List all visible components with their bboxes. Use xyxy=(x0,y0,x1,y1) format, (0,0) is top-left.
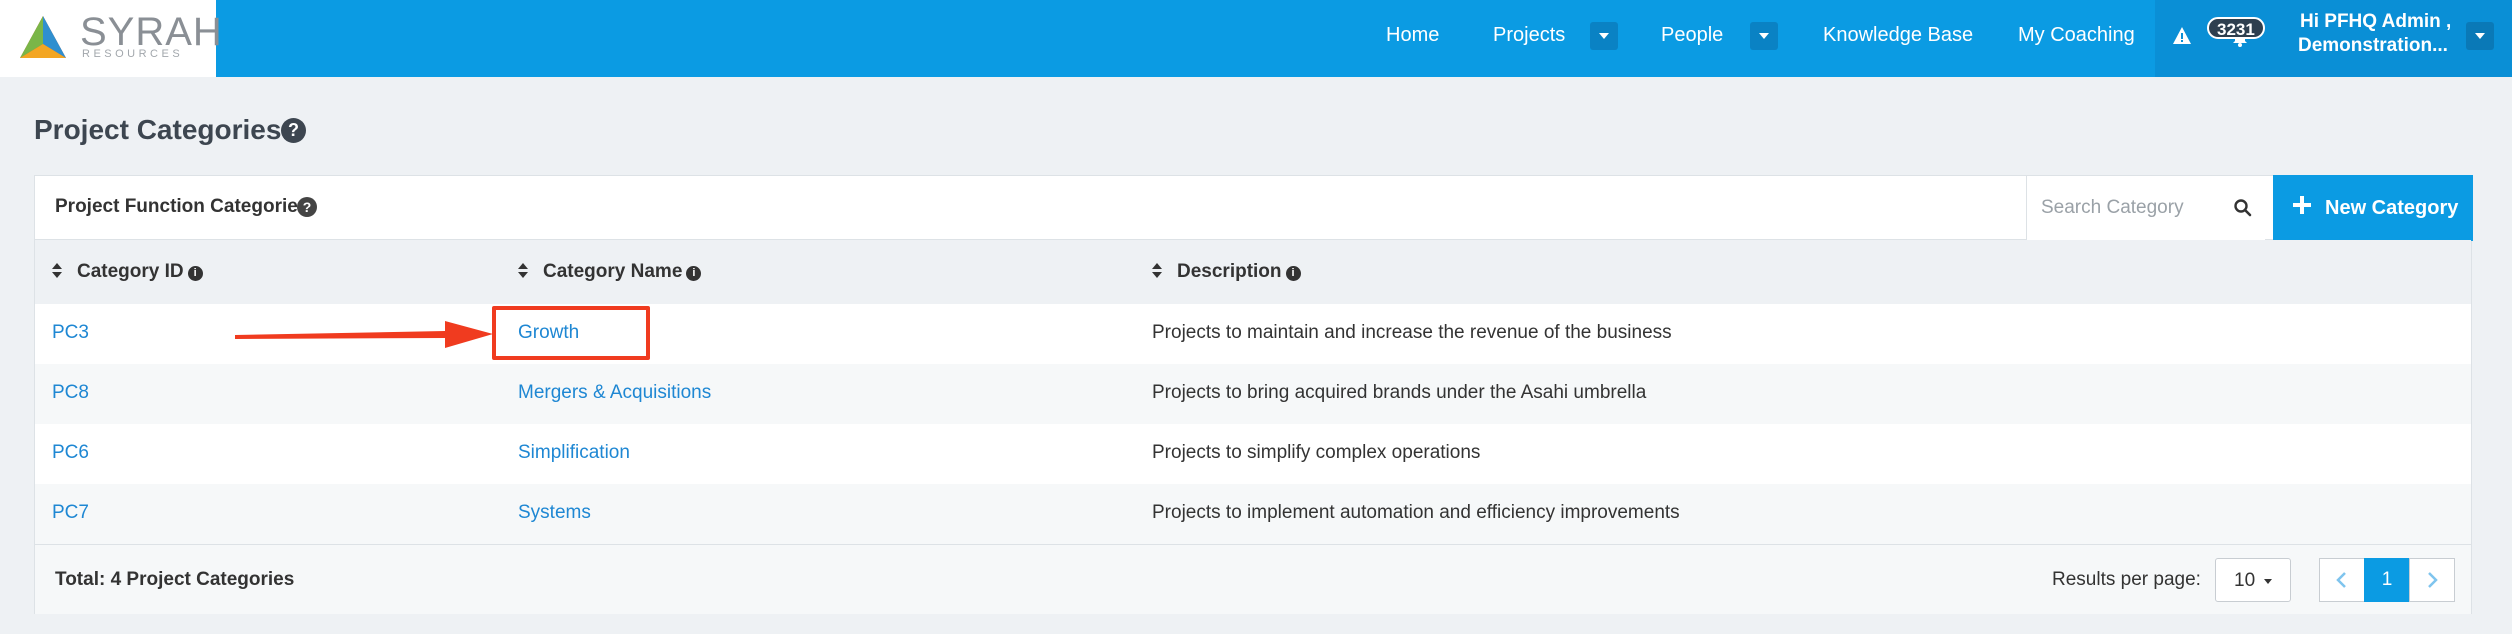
column-label: Description xyxy=(1177,261,1282,282)
table-row: PC6 Simplification Projects to simplify … xyxy=(35,424,2471,484)
column-header-description[interactable]: Description i xyxy=(1151,261,1301,283)
page-title: Project Categories: xyxy=(34,114,291,145)
nav-my-coaching[interactable]: My Coaching xyxy=(2018,24,2135,47)
brand-logo[interactable]: SYRAH RESOURCES xyxy=(0,0,222,77)
search-category-input[interactable] xyxy=(2041,194,2231,222)
results-per-page-value: 10 xyxy=(2234,570,2256,591)
category-description: Projects to maintain and increase the re… xyxy=(1152,322,1672,343)
next-page-button[interactable] xyxy=(2409,558,2455,602)
category-description: Projects to bring acquired brands under … xyxy=(1152,382,1647,403)
nav-knowledge-base[interactable]: Knowledge Base xyxy=(1823,24,1973,47)
logo-mark-icon xyxy=(20,16,66,58)
sort-icon[interactable] xyxy=(51,262,63,280)
help-icon[interactable]: ? xyxy=(281,118,306,143)
table-row: PC7 Systems Projects to implement automa… xyxy=(35,484,2471,544)
panel-help-icon[interactable]: ? xyxy=(297,197,317,217)
caret-down-icon xyxy=(2264,579,2272,584)
info-icon[interactable]: i xyxy=(187,266,203,281)
chevron-right-icon xyxy=(2428,572,2438,588)
results-per-page-label: Results per page: xyxy=(2052,569,2201,590)
category-id-link[interactable]: PC6 xyxy=(52,442,89,464)
category-name-link[interactable]: Simplification xyxy=(518,442,630,464)
info-icon[interactable]: i xyxy=(1285,266,1301,281)
annotation-arrow-icon xyxy=(235,321,493,348)
brand-tagline: RESOURCES xyxy=(82,48,184,60)
column-header-category-name[interactable]: Category Name i xyxy=(517,261,702,283)
new-category-label: New Category xyxy=(2325,197,2459,219)
people-dropdown-toggle[interactable] xyxy=(1750,22,1778,50)
sort-icon[interactable] xyxy=(1151,262,1163,280)
search-box xyxy=(2026,176,2265,240)
search-icon[interactable] xyxy=(2233,198,2253,218)
results-per-page-select[interactable]: 10 xyxy=(2215,558,2291,602)
column-label: Category ID xyxy=(77,261,184,282)
user-greeting[interactable]: Hi PFHQ Admin , xyxy=(2300,11,2451,33)
category-description: Projects to simplify complex operations xyxy=(1152,442,1481,463)
warning-icon[interactable] xyxy=(2172,26,2192,46)
nav-projects[interactable]: Projects xyxy=(1493,24,1565,47)
table-footer: Total: 4 Project Categories Results per … xyxy=(35,544,2471,614)
category-description: Projects to implement automation and eff… xyxy=(1152,502,1680,523)
sort-icon[interactable] xyxy=(517,262,529,280)
info-icon[interactable]: i xyxy=(686,266,702,281)
table-row: PC8 Mergers & Acquisitions Projects to b… xyxy=(35,364,2471,424)
page-button-current[interactable]: 1 xyxy=(2364,558,2410,602)
category-name-link[interactable]: Systems xyxy=(518,502,591,524)
user-organization[interactable]: Demonstration... xyxy=(2298,35,2448,57)
plus-icon xyxy=(2293,196,2311,214)
top-navbar: SYRAH RESOURCES Home Projects People Kno… xyxy=(0,0,2512,77)
column-header-category-id[interactable]: Category ID i xyxy=(51,261,203,283)
nav-people[interactable]: People xyxy=(1661,24,1723,47)
category-name-link[interactable]: Mergers & Acquisitions xyxy=(518,382,711,404)
category-id-link[interactable]: PC7 xyxy=(52,502,89,524)
projects-dropdown-toggle[interactable] xyxy=(1590,22,1618,50)
category-id-link[interactable]: PC8 xyxy=(52,382,89,404)
chevron-left-icon xyxy=(2336,572,2346,588)
panel-title: Project Function Categories xyxy=(55,196,309,217)
prev-page-button[interactable] xyxy=(2319,558,2365,602)
notification-count-badge[interactable]: 3231 xyxy=(2207,17,2265,39)
table-header: Category ID i Category Name i Description i xyxy=(35,240,2471,304)
nav-home[interactable]: Home xyxy=(1386,24,1439,47)
category-id-link[interactable]: PC3 xyxy=(52,322,89,344)
user-menu-toggle[interactable] xyxy=(2466,22,2494,50)
column-label: Category Name xyxy=(543,261,683,282)
panel-header: Project Function Categories ? New Catego… xyxy=(35,175,2473,241)
annotation-highlight-box xyxy=(492,306,650,360)
total-count: Total: 4 Project Categories xyxy=(55,569,295,590)
new-category-button[interactable]: New Category xyxy=(2273,175,2473,241)
categories-panel: Project Function Categories ? New Catego… xyxy=(34,175,2473,614)
